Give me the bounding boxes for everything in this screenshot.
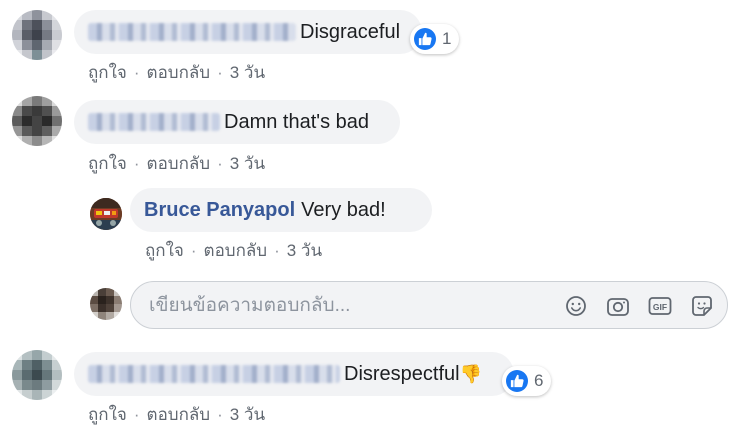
timestamp[interactable]: 3 วัน <box>230 405 265 424</box>
like-link[interactable]: ถูกใจ <box>88 154 127 173</box>
reaction-number: 6 <box>534 371 544 390</box>
thumbs-up-icon <box>414 28 436 50</box>
gif-icon[interactable]: GIF <box>647 293 673 319</box>
timestamp[interactable]: 3 วัน <box>287 241 322 260</box>
sticker-icon[interactable] <box>689 293 715 319</box>
reaction-count[interactable]: 1 <box>410 24 460 54</box>
separator: · <box>133 154 140 173</box>
comment-text: Disgraceful <box>300 20 401 43</box>
separator: · <box>133 405 140 424</box>
comment-actions: ถูกใจ · ตอบกลับ · 3 วัน <box>88 59 265 86</box>
like-link[interactable]: ถูกใจ <box>88 405 127 424</box>
comment-bubble: Disgraceful <box>74 10 422 54</box>
thumbs-down-emoji: 👎 <box>459 363 483 384</box>
author-name-redacted[interactable] <box>88 23 296 41</box>
comment-text: Very bad! <box>301 198 386 221</box>
separator: · <box>217 154 223 173</box>
author-name[interactable]: Bruce Panyapol <box>144 199 295 222</box>
separator: · <box>133 63 140 82</box>
comment-bubble: Bruce Panyapol Very bad! <box>130 188 432 232</box>
comment-bubble: Disrespectful 👎 <box>74 352 514 396</box>
reply-input[interactable] <box>147 292 551 320</box>
timestamp[interactable]: 3 วัน <box>230 154 265 173</box>
avatar[interactable] <box>12 96 62 146</box>
separator: · <box>190 241 197 260</box>
reply-link[interactable]: ตอบกลับ <box>147 405 211 424</box>
svg-text:GIF: GIF <box>653 302 667 312</box>
reply-link[interactable]: ตอบกลับ <box>147 154 211 173</box>
separator: · <box>217 63 223 82</box>
author-name-redacted[interactable] <box>88 113 220 131</box>
avatar[interactable] <box>90 198 122 230</box>
thumbs-up-icon <box>506 370 528 392</box>
avatar[interactable] <box>12 10 62 60</box>
like-link[interactable]: ถูกใจ <box>145 241 184 260</box>
avatar-image <box>90 198 122 230</box>
comment-actions: ถูกใจ · ตอบกลับ · 3 วัน <box>145 237 322 264</box>
reply-link[interactable]: ตอบกลับ <box>147 63 211 82</box>
smiley-icon[interactable] <box>563 293 589 319</box>
reaction-number: 1 <box>442 29 452 48</box>
author-name-redacted[interactable] <box>88 365 340 383</box>
current-user-avatar[interactable] <box>90 288 122 320</box>
camera-icon[interactable] <box>605 293 631 319</box>
like-link[interactable]: ถูกใจ <box>88 63 127 82</box>
reply-link[interactable]: ตอบกลับ <box>204 241 268 260</box>
separator: · <box>217 405 223 424</box>
comment-bubble: Damn that's bad <box>74 100 400 144</box>
comment-text: Damn that's bad <box>224 110 370 133</box>
separator: · <box>274 241 280 260</box>
reaction-count[interactable]: 6 <box>502 366 552 396</box>
timestamp[interactable]: 3 วัน <box>230 63 265 82</box>
comment-text: Disrespectful <box>344 362 460 385</box>
comment-actions: ถูกใจ · ตอบกลับ · 3 วัน <box>88 401 265 428</box>
avatar[interactable] <box>12 350 62 400</box>
reply-box: GIF <box>130 281 728 329</box>
comment-actions: ถูกใจ · ตอบกลับ · 3 วัน <box>88 150 265 177</box>
